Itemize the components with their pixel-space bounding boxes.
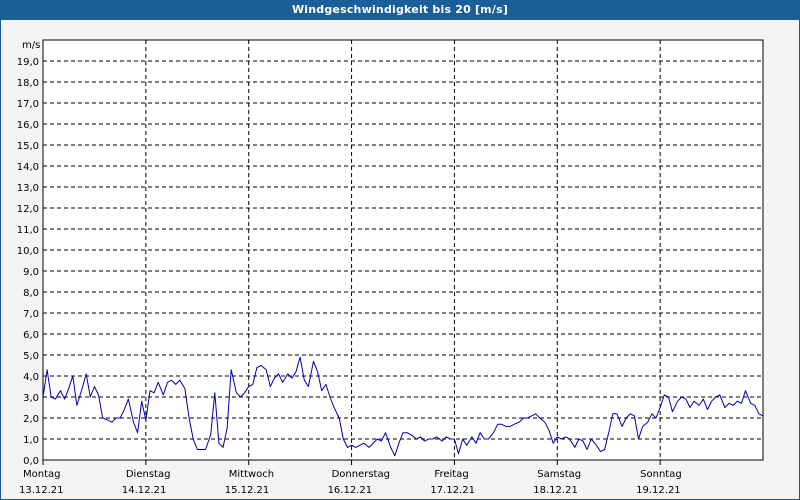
y-tick-label: 1,0	[23, 435, 39, 446]
y-tick-label: 6,0	[23, 330, 39, 341]
x-tick-date-label: 17.12.21	[430, 485, 475, 496]
y-tick-label: 19,0	[17, 57, 39, 68]
y-tick-label: 2,0	[23, 414, 39, 425]
y-tick-label: 13,0	[17, 183, 39, 194]
y-tick-label: 18,0	[17, 78, 39, 89]
x-tick-date-label: 13.12.21	[19, 485, 64, 496]
x-tick-date-label: 19.12.21	[636, 485, 681, 496]
wind-speed-chart: 0,0 1,0 2,0 3,0 4,0 5,0 6,0 7,0 8,0 9,0 10,0 11,0 12…	[17, 39, 764, 496]
x-tick-day-label: Mittwoch	[229, 469, 274, 480]
y-tick-label: 5,0	[23, 351, 39, 362]
x-tick-day-label: Freitag	[434, 469, 468, 480]
x-tick-day-label: Samstag	[537, 469, 581, 480]
y-tick-label: 12,0	[17, 204, 39, 215]
y-axis-label: m/s	[22, 40, 40, 51]
y-tick-label: 10,0	[17, 246, 39, 257]
y-tick-label: 14,0	[17, 162, 39, 173]
x-tick-date-label: 14.12.21	[122, 485, 167, 496]
y-tick-label: 16,0	[17, 120, 39, 131]
y-tick-label: 11,0	[17, 225, 39, 236]
x-axis-ticks: Montag 13.12.21 Dienstag 14.12.21 Mittwoch 15…	[19, 460, 682, 496]
y-tick-label: 15,0	[17, 141, 39, 152]
y-tick-label: 4,0	[23, 372, 39, 383]
x-tick-date-label: 15.12.21	[225, 485, 270, 496]
x-tick-day-label: Dienstag	[126, 469, 171, 480]
y-tick-label: 17,0	[17, 99, 39, 110]
x-tick-day-label: Montag	[23, 469, 60, 480]
x-tick-day-label: Donnerstag	[332, 469, 390, 480]
y-tick-label: 3,0	[23, 393, 39, 404]
y-tick-label: 7,0	[23, 309, 39, 320]
y-tick-label: 8,0	[23, 288, 39, 299]
x-tick-date-label: 18.12.21	[533, 485, 578, 496]
grid-lines	[43, 40, 763, 460]
y-tick-label: 0,0	[23, 456, 39, 467]
x-tick-day-label: Sonntag	[640, 469, 682, 480]
y-tick-label: 9,0	[23, 267, 39, 278]
y-axis-ticks: 0,0 1,0 2,0 3,0 4,0 5,0 6,0 7,0 8,0 9,0 10,0 11,0 12…	[17, 57, 39, 467]
x-tick-date-label: 16.12.21	[328, 485, 373, 496]
